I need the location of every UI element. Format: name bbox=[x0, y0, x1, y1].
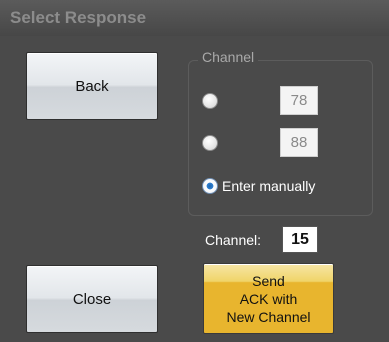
dialog-title: Select Response bbox=[10, 8, 147, 27]
send-ack-new-channel-button[interactable]: Send ACK with New Channel bbox=[203, 263, 334, 334]
send-button-line-1: Send bbox=[252, 272, 285, 289]
channel-78-value: 78 bbox=[280, 86, 318, 115]
back-button[interactable]: Back bbox=[26, 52, 158, 120]
send-button-line-2: ACK with bbox=[239, 290, 298, 307]
select-response-dialog: Select Response Back Channel 78 88 Enter… bbox=[0, 0, 389, 342]
enter-manually-radio[interactable] bbox=[202, 178, 218, 194]
enter-manually-label[interactable]: Enter manually bbox=[222, 178, 315, 194]
title-bar: Select Response bbox=[0, 0, 389, 36]
close-button[interactable]: Close bbox=[26, 265, 158, 333]
channel-88-value: 88 bbox=[280, 128, 318, 157]
channel-input[interactable]: 15 bbox=[282, 226, 318, 253]
channel-78-radio[interactable] bbox=[202, 93, 218, 109]
channel-label: Channel: bbox=[205, 232, 262, 248]
send-button-line-3: New Channel bbox=[226, 308, 311, 325]
channel-88-radio[interactable] bbox=[202, 135, 218, 151]
channel-group-legend: Channel bbox=[198, 49, 259, 65]
